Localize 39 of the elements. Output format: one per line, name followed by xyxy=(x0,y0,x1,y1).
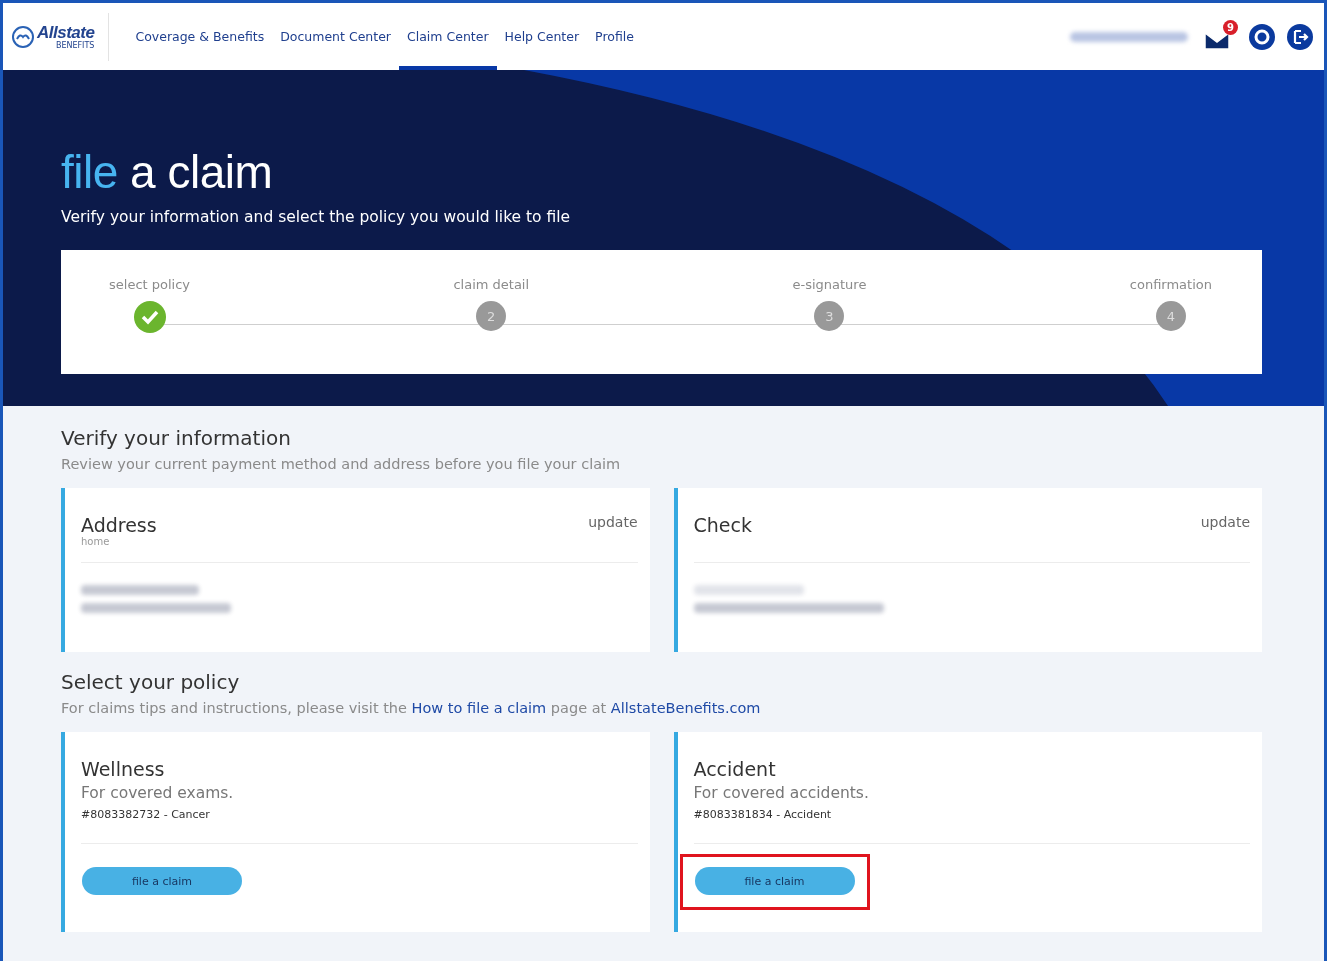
step-label: select policy xyxy=(109,277,191,292)
page-title: file a claim xyxy=(61,145,274,200)
update-link[interactable]: update xyxy=(588,514,638,530)
nav-link[interactable]: Document Center xyxy=(272,3,399,70)
step-label: claim detail xyxy=(453,277,530,292)
website-link[interactable]: AllstateBenefits.com xyxy=(610,700,761,716)
file-claim-button[interactable]: file a claim xyxy=(694,867,855,895)
section-title: Select your policy xyxy=(61,670,241,694)
nav-link[interactable]: Profile xyxy=(587,3,642,70)
policy-number: #8083382732 - Cancer xyxy=(81,808,211,821)
card-subtitle: home xyxy=(81,536,111,547)
section-title: Verify your information xyxy=(61,426,292,450)
policy-description: For covered exams. xyxy=(81,784,235,802)
card-title: Accident xyxy=(693,758,777,780)
logo[interactable]: Allstate BENEFITS xyxy=(11,12,110,61)
step-number: 4 xyxy=(1155,301,1186,331)
file-claim-button[interactable]: file a claim xyxy=(82,867,242,895)
policy-description: For covered accidents. xyxy=(693,784,870,802)
page-subtitle: Verify your information and select the policy you would like to file xyxy=(61,208,572,226)
logo-subtitle: BENEFITS xyxy=(55,41,95,50)
nav-link[interactable]: Coverage & Benefits xyxy=(127,3,273,70)
card-title: Wellness xyxy=(81,758,166,780)
notification-badge: 9 xyxy=(1223,19,1238,35)
card-title: Check xyxy=(693,514,752,536)
card-title: Address xyxy=(81,514,157,536)
logo-name: Allstate xyxy=(37,23,95,42)
nav-link[interactable]: Help Center xyxy=(496,3,588,70)
settings-icon[interactable] xyxy=(1248,22,1276,51)
step-label: confirmation xyxy=(1129,277,1212,292)
policy-number: #8083381834 - Accident xyxy=(693,808,833,821)
step-number: 3 xyxy=(814,301,845,331)
section-subtitle: Review your current payment method and address before you file your claim xyxy=(61,456,622,472)
update-link[interactable]: update xyxy=(1200,514,1250,530)
how-to-link[interactable]: How to file a claim xyxy=(411,700,547,716)
logout-icon[interactable] xyxy=(1286,22,1314,51)
step-label: e-signature xyxy=(792,277,867,292)
section-subtitle: For claims tips and instructions, please visit the How to file a claim page at AllstateBenefits.com xyxy=(61,700,762,716)
step-number: 2 xyxy=(476,301,507,331)
mail-button[interactable]: 9 xyxy=(1204,23,1238,50)
